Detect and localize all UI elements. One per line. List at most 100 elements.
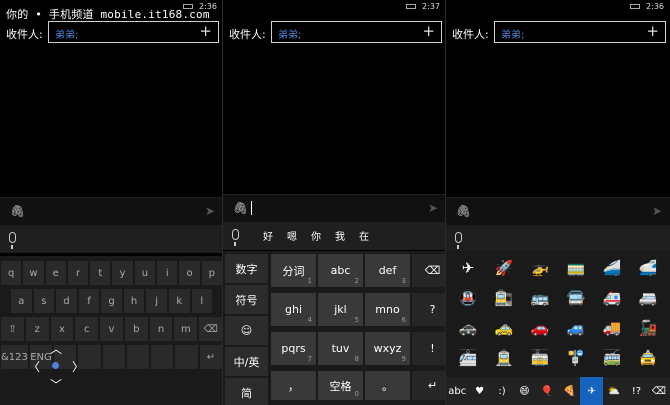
t9-key[interactable]: ghi 4 [271,293,316,326]
arrow-up-icon[interactable]: ︿ [50,340,62,357]
candidate-word[interactable]: 你 [311,228,321,243]
key[interactable]: e [45,261,66,285]
emoji-category-tab[interactable]: !? [625,377,647,405]
candidate-word[interactable]: 好 [263,228,273,243]
emoji-category-tab[interactable]: 😄 [513,377,535,405]
attach-icon[interactable]: 🖇 [456,204,471,218]
emoji-key[interactable]: 🚏 [558,347,594,369]
key[interactable]: ↵ [199,345,223,369]
candidate-word[interactable]: 嗯 [287,228,297,243]
recipient-input[interactable]: 弟弟; + [271,21,442,43]
emoji-key[interactable]: 🚚 [594,317,630,339]
dpad-center[interactable] [52,362,59,369]
t9-key[interactable]: mno 6 [365,293,410,326]
emoji-key[interactable]: ✈ [450,257,486,279]
mode-key[interactable]: ☺ [225,316,268,345]
key[interactable]: r [67,261,89,285]
arrow-right-icon[interactable]: 〉 [72,358,84,375]
key[interactable]: d [56,289,77,313]
emoji-key[interactable]: 🚅 [630,257,666,279]
backspace-key[interactable]: ⌫ [412,254,446,287]
emoji-category-tab[interactable]: ⛅ [603,377,625,405]
mode-key[interactable]: 数字 [225,254,268,283]
emoji-key[interactable]: 🚄 [594,257,630,279]
emoji-key[interactable]: 🚑 [594,287,630,309]
emoji-key[interactable]: 🚍 [558,287,594,309]
key[interactable]: n [149,317,173,341]
emoji-key[interactable]: 🚗 [522,317,558,339]
key[interactable]: w [23,261,44,285]
arrow-left-icon[interactable]: 〈 [28,358,40,375]
emoji-key[interactable]: 🚌 [522,287,558,309]
send-icon[interactable]: ➤ [205,204,215,218]
emoji-key[interactable]: 🚙 [558,317,594,339]
microphone-icon[interactable] [455,232,462,249]
key[interactable]: g [101,289,122,313]
microphone-icon[interactable] [232,229,239,246]
compose-bar[interactable]: 🖇 ➤ [223,194,446,222]
key[interactable]: ⌫ [199,317,223,341]
key[interactable]: y [112,261,133,285]
compose-bar[interactable]: 🖇 ➤ [446,197,670,225]
emoji-key[interactable]: 🚖 [630,347,666,369]
key[interactable]: j [146,289,167,313]
key[interactable] [126,345,150,369]
key[interactable]: f [78,289,100,313]
attach-icon[interactable]: 🖇 [10,204,25,218]
key[interactable]: a [11,289,32,313]
arrow-down-icon[interactable]: ﹀ [50,376,62,393]
t9-key[interactable]: wxyz 9 [365,332,410,365]
t9-key[interactable]: jkl 5 [318,293,363,326]
punct-key[interactable]: ! [412,332,446,365]
add-recipient-icon[interactable]: + [199,22,212,40]
recipient-input[interactable]: 弟弟; + [494,21,666,43]
cursor-control-dpad[interactable]: ︿ 〈 〉 ﹀ [26,340,86,392]
key[interactable]: b [124,317,148,341]
emoji-key[interactable]: 🚈 [450,347,486,369]
enter-key[interactable]: ↵ [412,371,446,400]
key[interactable]: u [134,261,156,285]
key[interactable]: h [123,289,145,313]
key[interactable]: z [25,317,49,341]
emoji-key[interactable]: 🚊 [486,347,522,369]
space-key[interactable]: 空格 0 [318,371,363,400]
t9-key[interactable]: tuv 8 [318,332,363,365]
emoji-key[interactable]: 🚋 [522,347,558,369]
emoji-key[interactable]: 🚁 [522,257,558,279]
candidate-word[interactable]: 我 [335,228,345,243]
t9-key[interactable]: 分词 1 [271,254,316,287]
key[interactable] [175,345,198,369]
emoji-key[interactable]: 🚉 [486,287,522,309]
key[interactable]: ⇧ [1,317,24,341]
key[interactable]: q [1,261,22,285]
key[interactable]: t [90,261,111,285]
emoji-key[interactable]: 🚕 [486,317,522,339]
punct-key[interactable]: 。 [365,371,410,400]
emoji-key[interactable]: 🚂 [630,317,666,339]
mode-key[interactable]: 符号 [225,285,268,314]
add-recipient-icon[interactable]: + [422,22,435,40]
key[interactable]: v [100,317,123,341]
emoji-key[interactable]: 🚇 [450,287,486,309]
candidate-word[interactable]: 在 [359,228,369,243]
emoji-key[interactable]: 🚎 [594,347,630,369]
compose-bar[interactable]: 🖇 ➤ [0,197,223,225]
t9-key[interactable]: def 3 [365,254,410,287]
key[interactable]: o [179,261,200,285]
emoji-category-tab[interactable]: ⌫ [648,377,670,405]
key[interactable]: p [201,261,222,285]
key[interactable] [151,345,174,369]
key[interactable]: l [191,289,213,313]
recipient-input[interactable]: 弟弟; + [48,21,219,43]
emoji-category-tab[interactable]: ♥ [468,377,490,405]
add-recipient-icon[interactable]: + [646,22,659,40]
t9-key[interactable]: abc 2 [318,254,363,287]
attach-icon[interactable]: 🖇 [233,201,248,215]
key[interactable]: x [50,317,74,341]
emoji-category-tab[interactable]: ✈ [580,377,603,405]
key[interactable]: i [157,261,178,285]
key[interactable]: s [33,289,55,313]
key[interactable]: k [168,289,190,313]
punct-key[interactable]: ? [412,293,446,326]
punct-key[interactable]: ， [271,371,316,400]
